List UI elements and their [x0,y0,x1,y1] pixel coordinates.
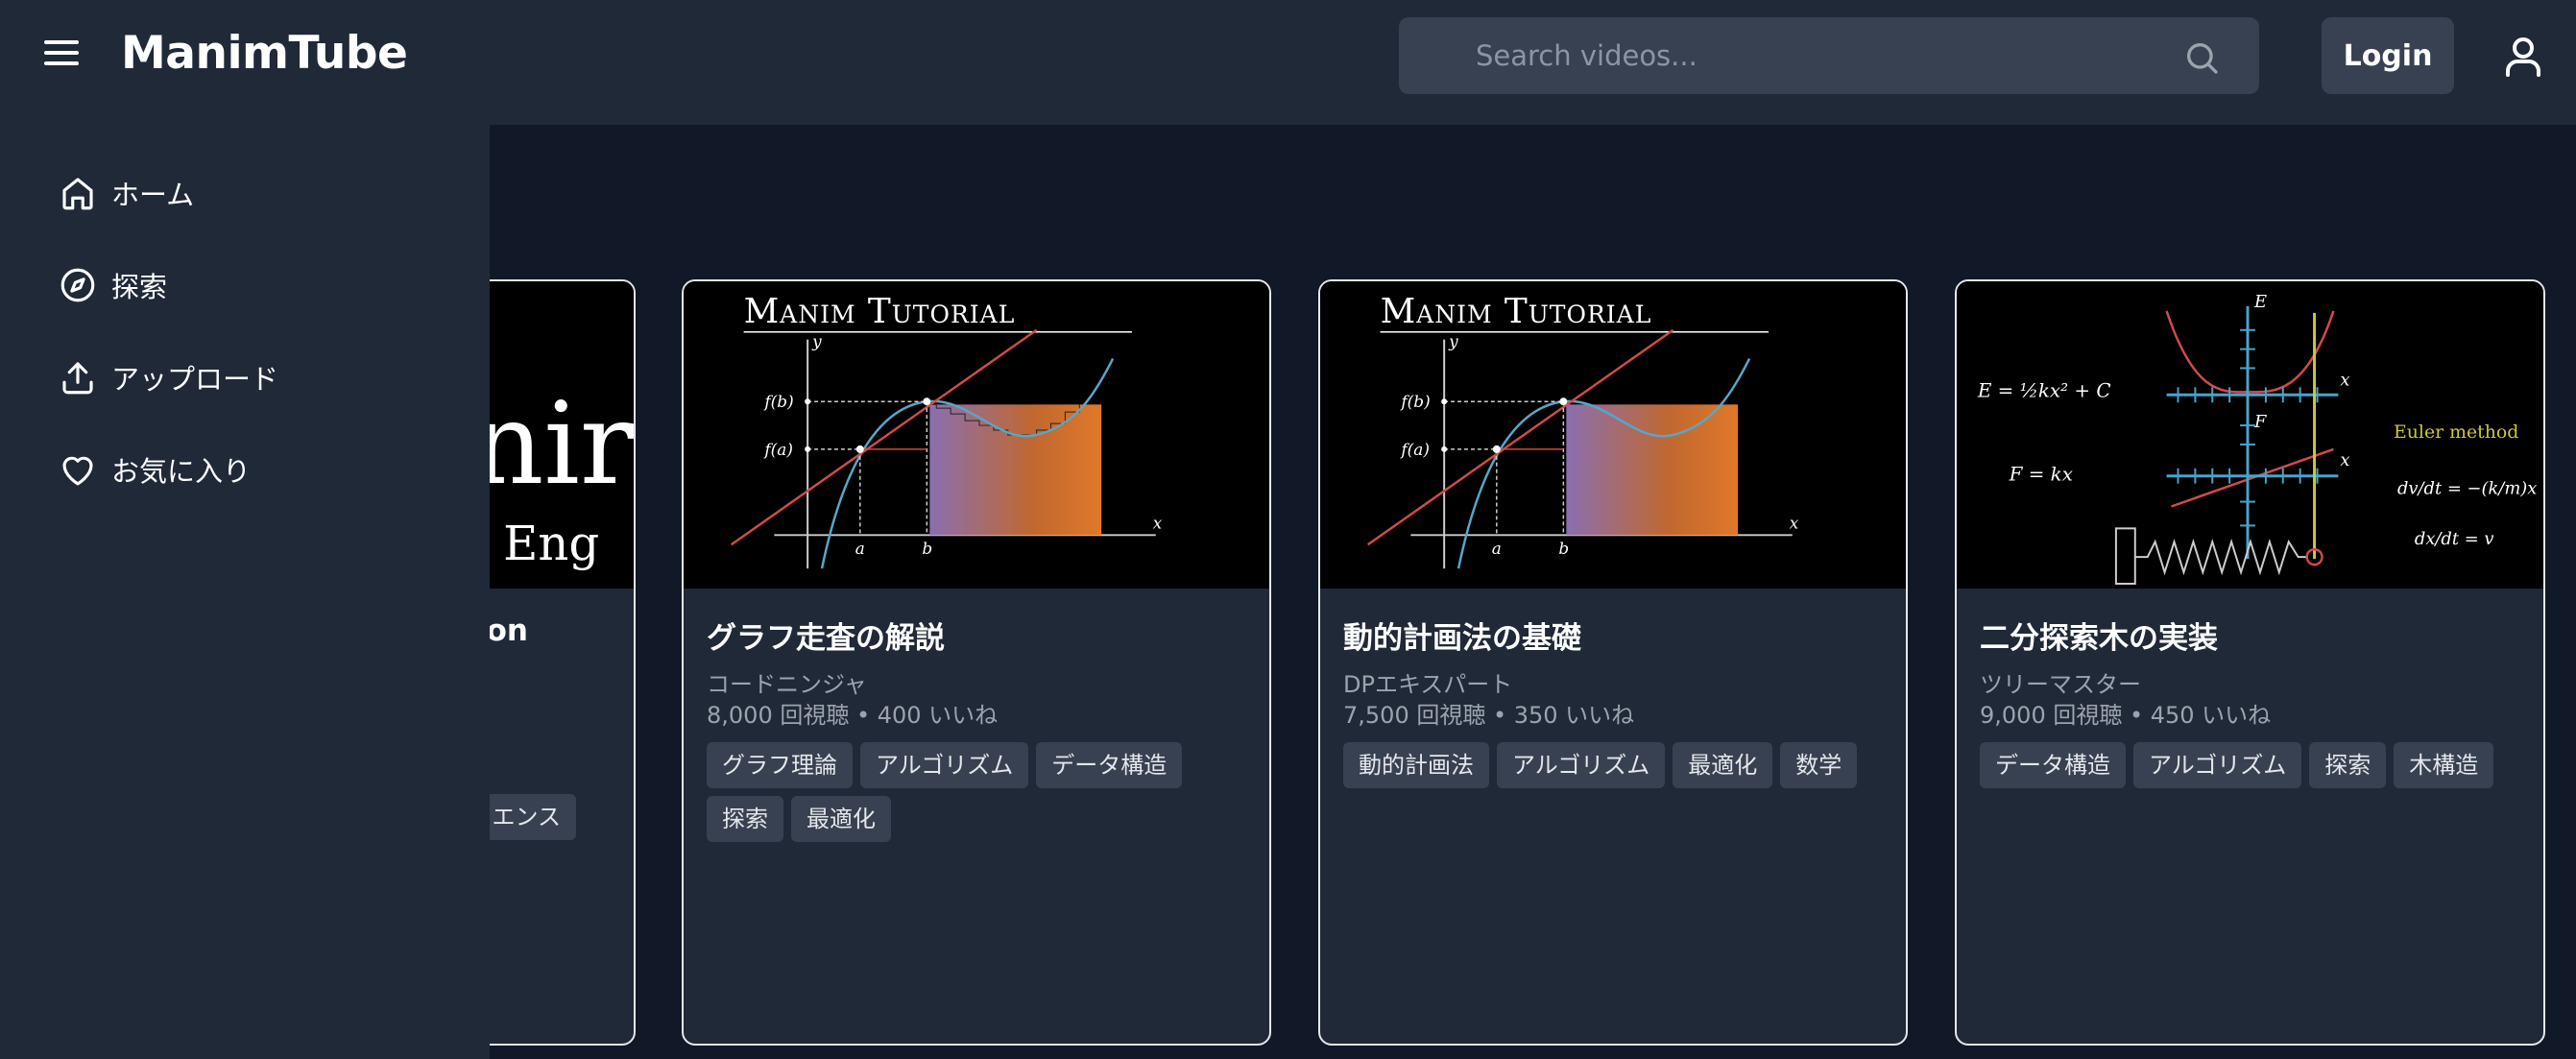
tag[interactable]: グラフ理論 [707,742,853,788]
tag[interactable]: 探索 [2309,742,2387,788]
thumbnail-label: F = kx [2009,464,2073,486]
tag[interactable]: データ構造 [1036,742,1183,788]
sidebar-item-home[interactable]: ホーム [58,164,194,222]
upload-icon [62,362,93,395]
video-stats: 7,500 回視聴 • 350 いいね [1343,702,1635,729]
login-button[interactable]: Login [2322,17,2454,94]
tag[interactable]: 最適化 [791,796,891,842]
tag[interactable]: アルゴリズム [2133,742,2302,788]
thumbnail-title: Manim Tutorial [1381,292,1652,331]
sidebar-item-upload[interactable]: アップロード [58,349,278,406]
tag[interactable]: エンス [476,794,576,840]
sidebar-item-favorites[interactable]: お気に入り [58,441,251,498]
user-icon[interactable] [2500,33,2546,79]
thumbnail-label: x [2340,450,2349,470]
sidebar-item-label: ホーム [111,179,195,211]
video-card[interactable]: E = ½kx² + C F = kx Euler method dv/dt =… [1955,279,2545,1046]
site-logo[interactable]: ManimTube [121,27,408,80]
svg-text:f(b): f(b) [1399,392,1430,411]
svg-text:x: x [1153,513,1163,532]
video-title[interactable]: グラフ走査の解説 [707,614,945,657]
thumbnail-title: Manim Tutorial [744,292,1016,331]
thumbnail-label: E [2253,292,2267,312]
svg-text:b: b [1558,539,1569,558]
video-thumbnail[interactable]: Manim Tutorial f(b) f(a) a b x y [684,281,1269,589]
video-thumbnail[interactable]: Manim Tutorial f(b) f(a) a b x y [1320,281,1906,589]
sidebar: ホーム 探索 アップロード お気に入り [0,125,490,1059]
svg-text:b: b [922,539,932,558]
tag[interactable]: 木構造 [2394,742,2494,788]
sidebar-item-label: アップロード [111,363,279,396]
thumbnail-label: F [2253,412,2267,432]
sidebar-item-label: お気に入り [111,455,252,488]
video-title[interactable]: 動的計画法の基礎 [1343,614,1581,657]
tag[interactable]: アルゴリズム [1497,742,1666,788]
thumbnail-label: E = ½kx² + C [1977,379,2111,401]
thumbnail-label: Euler method [2394,421,2518,443]
video-title[interactable]: 二分探索木の実装 [1980,614,2218,657]
channel-name[interactable]: DPエキスパート [1343,665,1512,699]
video-thumbnail[interactable]: E = ½kx² + C F = kx Euler method dv/dt =… [1957,281,2543,589]
svg-text:x: x [1790,513,1799,532]
search-icon[interactable] [2182,38,2221,77]
thumbnail-label: dv/dt = −(k/m)x [2397,479,2537,499]
svg-text:f(a): f(a) [762,440,792,459]
svg-text:a: a [1492,539,1502,558]
video-stats: 9,000 回視聴 • 450 いいね [1980,702,2272,729]
sidebar-item-explore[interactable]: 探索 [58,256,167,314]
hamburger-menu-icon[interactable] [44,36,90,75]
sidebar-item-label: 探索 [111,271,168,303]
thumbnail-label: dx/dt = v [2415,529,2494,549]
tag[interactable]: 数学 [1780,742,1858,788]
compass-icon [60,268,95,302]
heart-icon [62,456,93,486]
tag[interactable]: 最適化 [1673,742,1773,788]
search-bar[interactable] [1399,17,2259,94]
svg-text:y: y [1448,332,1458,351]
tag[interactable]: アルゴリズム [860,742,1029,788]
svg-text:y: y [811,332,822,351]
video-stats: 8,000 回視聴 • 400 いいね [707,702,999,729]
svg-text:f(b): f(b) [762,392,793,411]
top-header: ManimTube Login [0,0,2576,125]
channel-name[interactable]: コードニンジャ [707,665,867,699]
tag[interactable]: 探索 [707,796,783,842]
tag[interactable]: 動的計画法 [1343,742,1489,788]
svg-text:f(a): f(a) [1399,440,1429,459]
tag[interactable]: データ構造 [1980,742,2126,788]
search-input[interactable] [1476,17,2129,94]
video-card[interactable]: Manim Tutorial f(b) f(a) a b x y 動的計画法の基… [1318,279,1908,1046]
video-card[interactable]: Manim Tutorial f(b) f(a) a b x y グラフ走査の解… [682,279,1271,1046]
channel-name[interactable]: ツリーマスター [1980,665,2141,699]
home-icon [62,178,93,210]
thumbnail-label: x [2340,370,2349,390]
svg-text:a: a [855,539,865,558]
